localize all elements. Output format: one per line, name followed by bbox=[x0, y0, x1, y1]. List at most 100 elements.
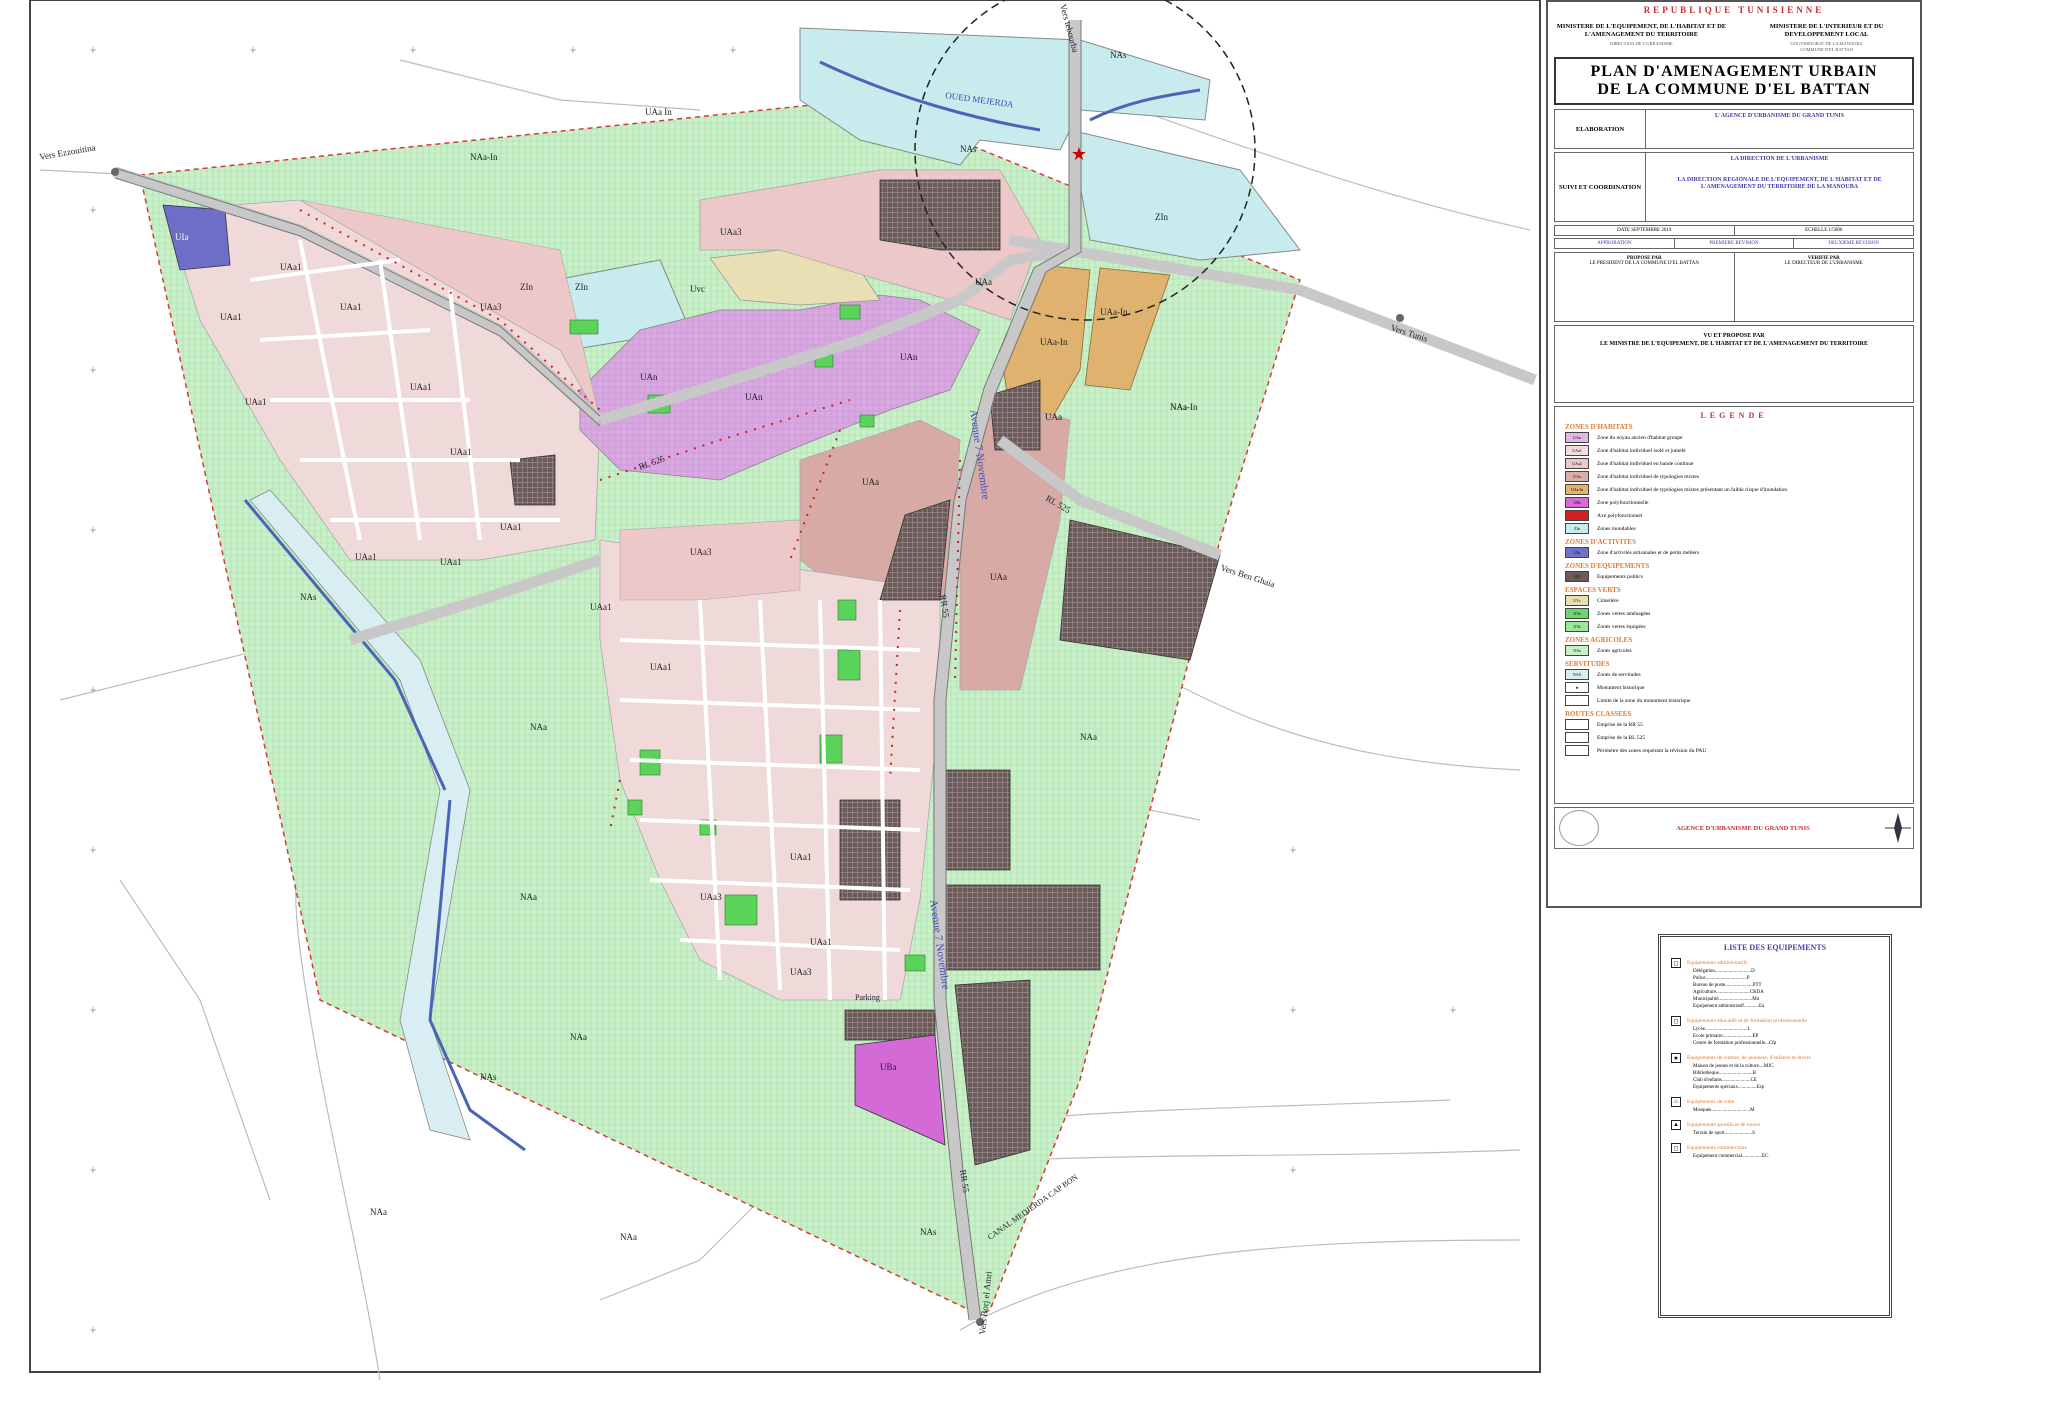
equipment-item: Equipements spéciaux...............Esp bbox=[1693, 1085, 1765, 1090]
propose-cell: PROPOSE PAR LE PRESIDENT DE LA COMMUNE D'… bbox=[1555, 253, 1735, 321]
equipment-item: Délégation.............................D bbox=[1693, 969, 1755, 974]
svg-text:UAa1: UAa1 bbox=[440, 557, 462, 567]
legend-label: Zones vertes équipées bbox=[1597, 623, 1646, 630]
equipment-item: Police.................................P bbox=[1693, 976, 1750, 981]
legend-label: Zones agricoles bbox=[1597, 647, 1632, 654]
equipment-category-icon: ▲ bbox=[1671, 1120, 1681, 1130]
equipment-category: ▲ Equipements sportifs et de loisirs bbox=[1671, 1120, 1879, 1130]
urban-plan-map: ★ NAa-InNAa-In UAa1UAa1UAa1 UAa1UAa1UAa1… bbox=[29, 0, 1541, 1381]
equipment-item: Equipement commercial................EC bbox=[1693, 1154, 1769, 1159]
legend-item: Emprise de la RL 525 bbox=[1565, 731, 1903, 744]
approbation: APPROBATION bbox=[1555, 239, 1675, 248]
sub-right-gov: GOUVERNORAT DE LA MANOUBA bbox=[1790, 41, 1863, 46]
equipment-item: Maison de jeunes et de la culture....MJC bbox=[1693, 1064, 1774, 1069]
equipment-category: ★ Equipements de culture, de jeunesse, d'… bbox=[1671, 1053, 1879, 1063]
equipment-category-icon: ◻ bbox=[1671, 1016, 1681, 1026]
equipment-item: Agriculture...........................CR… bbox=[1693, 990, 1764, 995]
premiere-revision: PREMIERE REVISION bbox=[1675, 239, 1795, 248]
label-parking: Parking bbox=[855, 993, 880, 1002]
equipment-item: Ecole primaire........................EP bbox=[1693, 1034, 1759, 1039]
legend-item: UAa Zone d'habitat individuel de typologi… bbox=[1565, 470, 1903, 483]
svg-text:UAa In: UAa In bbox=[645, 107, 672, 117]
equipment-item: Terrain de sport......................S bbox=[1693, 1131, 1755, 1136]
equipment-item: Lycée..................................L bbox=[1693, 1027, 1751, 1032]
sub-left: DIRECTION DE L'URBANISME bbox=[1610, 41, 1673, 46]
legend-section: ZONES D'ACTIVITES bbox=[1565, 538, 1636, 546]
legend-item: NAa Zones agricoles bbox=[1565, 644, 1903, 657]
deuxieme-revision: DEUXIEME REVISION bbox=[1828, 241, 1880, 246]
svg-text:NAa: NAa bbox=[620, 1232, 637, 1242]
plan-title-line2: DE LA COMMUNE D'EL BATTAN bbox=[1597, 81, 1871, 98]
legend-item: UIa Zone d'activités artisanales et de pe… bbox=[1565, 546, 1903, 559]
svg-text:NAa: NAa bbox=[570, 1032, 587, 1042]
legend-swatch: UVc bbox=[1565, 595, 1589, 606]
legend-item: UE Equipements publics bbox=[1565, 570, 1903, 583]
legend-item: UAa1 Zone d'habitat individuel isolé et j… bbox=[1565, 444, 1903, 457]
legend-swatch bbox=[1565, 695, 1589, 706]
equipment-category-icon: ⌂ bbox=[1671, 1097, 1681, 1107]
legend-label: Zones vertes aménagées bbox=[1597, 610, 1651, 617]
equip-zone-6 bbox=[944, 884, 1101, 971]
legend-item: UVe Zones vertes équipées bbox=[1565, 620, 1903, 633]
equipment-category-icon: ◻ bbox=[1671, 958, 1681, 968]
svg-text:UAa1: UAa1 bbox=[790, 852, 812, 862]
agency-logo bbox=[1559, 810, 1599, 846]
svg-text:ZIn: ZIn bbox=[1155, 212, 1168, 222]
equipment-item: Mosquée...............................M bbox=[1693, 1108, 1755, 1113]
equipment-category-label: Equipements commerciaux bbox=[1687, 1145, 1748, 1151]
equipment-item: Centre de formation professionnelle...Cf… bbox=[1693, 1041, 1777, 1046]
svg-text:UAa3: UAa3 bbox=[700, 892, 722, 902]
legend-label: Cimetière bbox=[1597, 597, 1619, 604]
legend-label: Emprise de la RR 55 bbox=[1597, 721, 1643, 728]
svg-text:ZIn: ZIn bbox=[520, 282, 533, 292]
svg-text:UBa: UBa bbox=[880, 1062, 897, 1072]
scale-value: 1/5000 bbox=[1828, 228, 1843, 233]
legend-label: Zone d'habitat individuel isolé et jumel… bbox=[1597, 447, 1686, 454]
equip-zone-4 bbox=[839, 799, 901, 901]
verifie-value: LE DIRECTEUR DE L'URBANISME bbox=[1784, 261, 1863, 266]
svg-text:UAa: UAa bbox=[862, 477, 879, 487]
equipment-category-label: Equipements administratifs bbox=[1687, 960, 1748, 966]
legend-item: UVa Zones vertes aménagées bbox=[1565, 607, 1903, 620]
north-arrow-icon bbox=[1885, 813, 1911, 843]
legend-item: Périmètre des zones requérant la révisio… bbox=[1565, 744, 1903, 757]
revision-row: APPROBATION PREMIERE REVISION DEUXIEME R… bbox=[1554, 238, 1914, 249]
equipment-category-icon: ◻ bbox=[1671, 1143, 1681, 1153]
svg-text:UAa1: UAa1 bbox=[245, 397, 267, 407]
legend-label: Monument historique bbox=[1597, 684, 1645, 691]
legend-label: Zones de servitudes bbox=[1597, 671, 1641, 678]
sub-right: GOUVERNORAT DE LA MANOUBA COMMUNE D'EL B… bbox=[1741, 41, 1912, 53]
svg-text:NAs: NAs bbox=[960, 144, 977, 154]
legend-swatch: NAS bbox=[1565, 669, 1589, 680]
equipment-category: ◻ Equipements commerciaux bbox=[1671, 1143, 1879, 1153]
legend-swatch: UIa bbox=[1565, 547, 1589, 558]
svg-text:UAa-In: UAa-In bbox=[1100, 307, 1128, 317]
svg-text:UAa1: UAa1 bbox=[340, 302, 362, 312]
legend-swatch bbox=[1565, 745, 1589, 756]
legend-swatch: UAa-In bbox=[1565, 484, 1589, 495]
legend-section: ZONES AGRICOLES bbox=[1565, 636, 1633, 644]
equipment-item: Equipement administratif............Ea bbox=[1693, 1004, 1765, 1009]
svg-text:NAa: NAa bbox=[530, 722, 547, 732]
title-block: REPUBLIQUE TUNISIENNE MINISTERE DE L'EQU… bbox=[1546, 0, 1922, 908]
legend-label: Equipements publics bbox=[1597, 573, 1643, 580]
svg-text:UAa1: UAa1 bbox=[810, 937, 832, 947]
equipment-category: ⌂ Equipements de culte bbox=[1671, 1097, 1879, 1107]
equipment-category-label: Equipements sportifs et de loisirs bbox=[1687, 1122, 1761, 1128]
suivi-org1: LA DIRECTION DE L'URBANISME bbox=[1730, 156, 1829, 162]
propose-value: LE PRESIDENT DE LA COMMUNE D'EL BATTAN bbox=[1589, 261, 1699, 266]
suivi-value: LA DIRECTION DE L'URBANISME LA DIRECTION… bbox=[1646, 153, 1913, 221]
svg-text:UAa1: UAa1 bbox=[500, 522, 522, 532]
equipment-category-label: Equipements éducatifs et de formation pr… bbox=[1687, 1018, 1807, 1024]
legend-swatch: UVe bbox=[1565, 621, 1589, 632]
suivi-row: SUIVI ET COORDINATION LA DIRECTION DE L'… bbox=[1554, 152, 1914, 222]
plan-title: PLAN D'AMENAGEMENT URBAIN DE LA COMMUNE … bbox=[1554, 57, 1914, 105]
equipment-item: Bibliothèque...........................B bbox=[1693, 1071, 1756, 1076]
legend-item: ZIn Zones inondables bbox=[1565, 522, 1903, 535]
equipment-item: Club d'enfants.......................CE bbox=[1693, 1078, 1757, 1083]
svg-text:UAa1: UAa1 bbox=[280, 262, 302, 272]
legend-swatch: UAa1 bbox=[1565, 445, 1589, 456]
legend-label: Emprise de la RL 525 bbox=[1597, 734, 1646, 741]
scale-cell: ECHELLE 1/5000 bbox=[1735, 226, 1914, 235]
legend-swatch: UE bbox=[1565, 571, 1589, 582]
